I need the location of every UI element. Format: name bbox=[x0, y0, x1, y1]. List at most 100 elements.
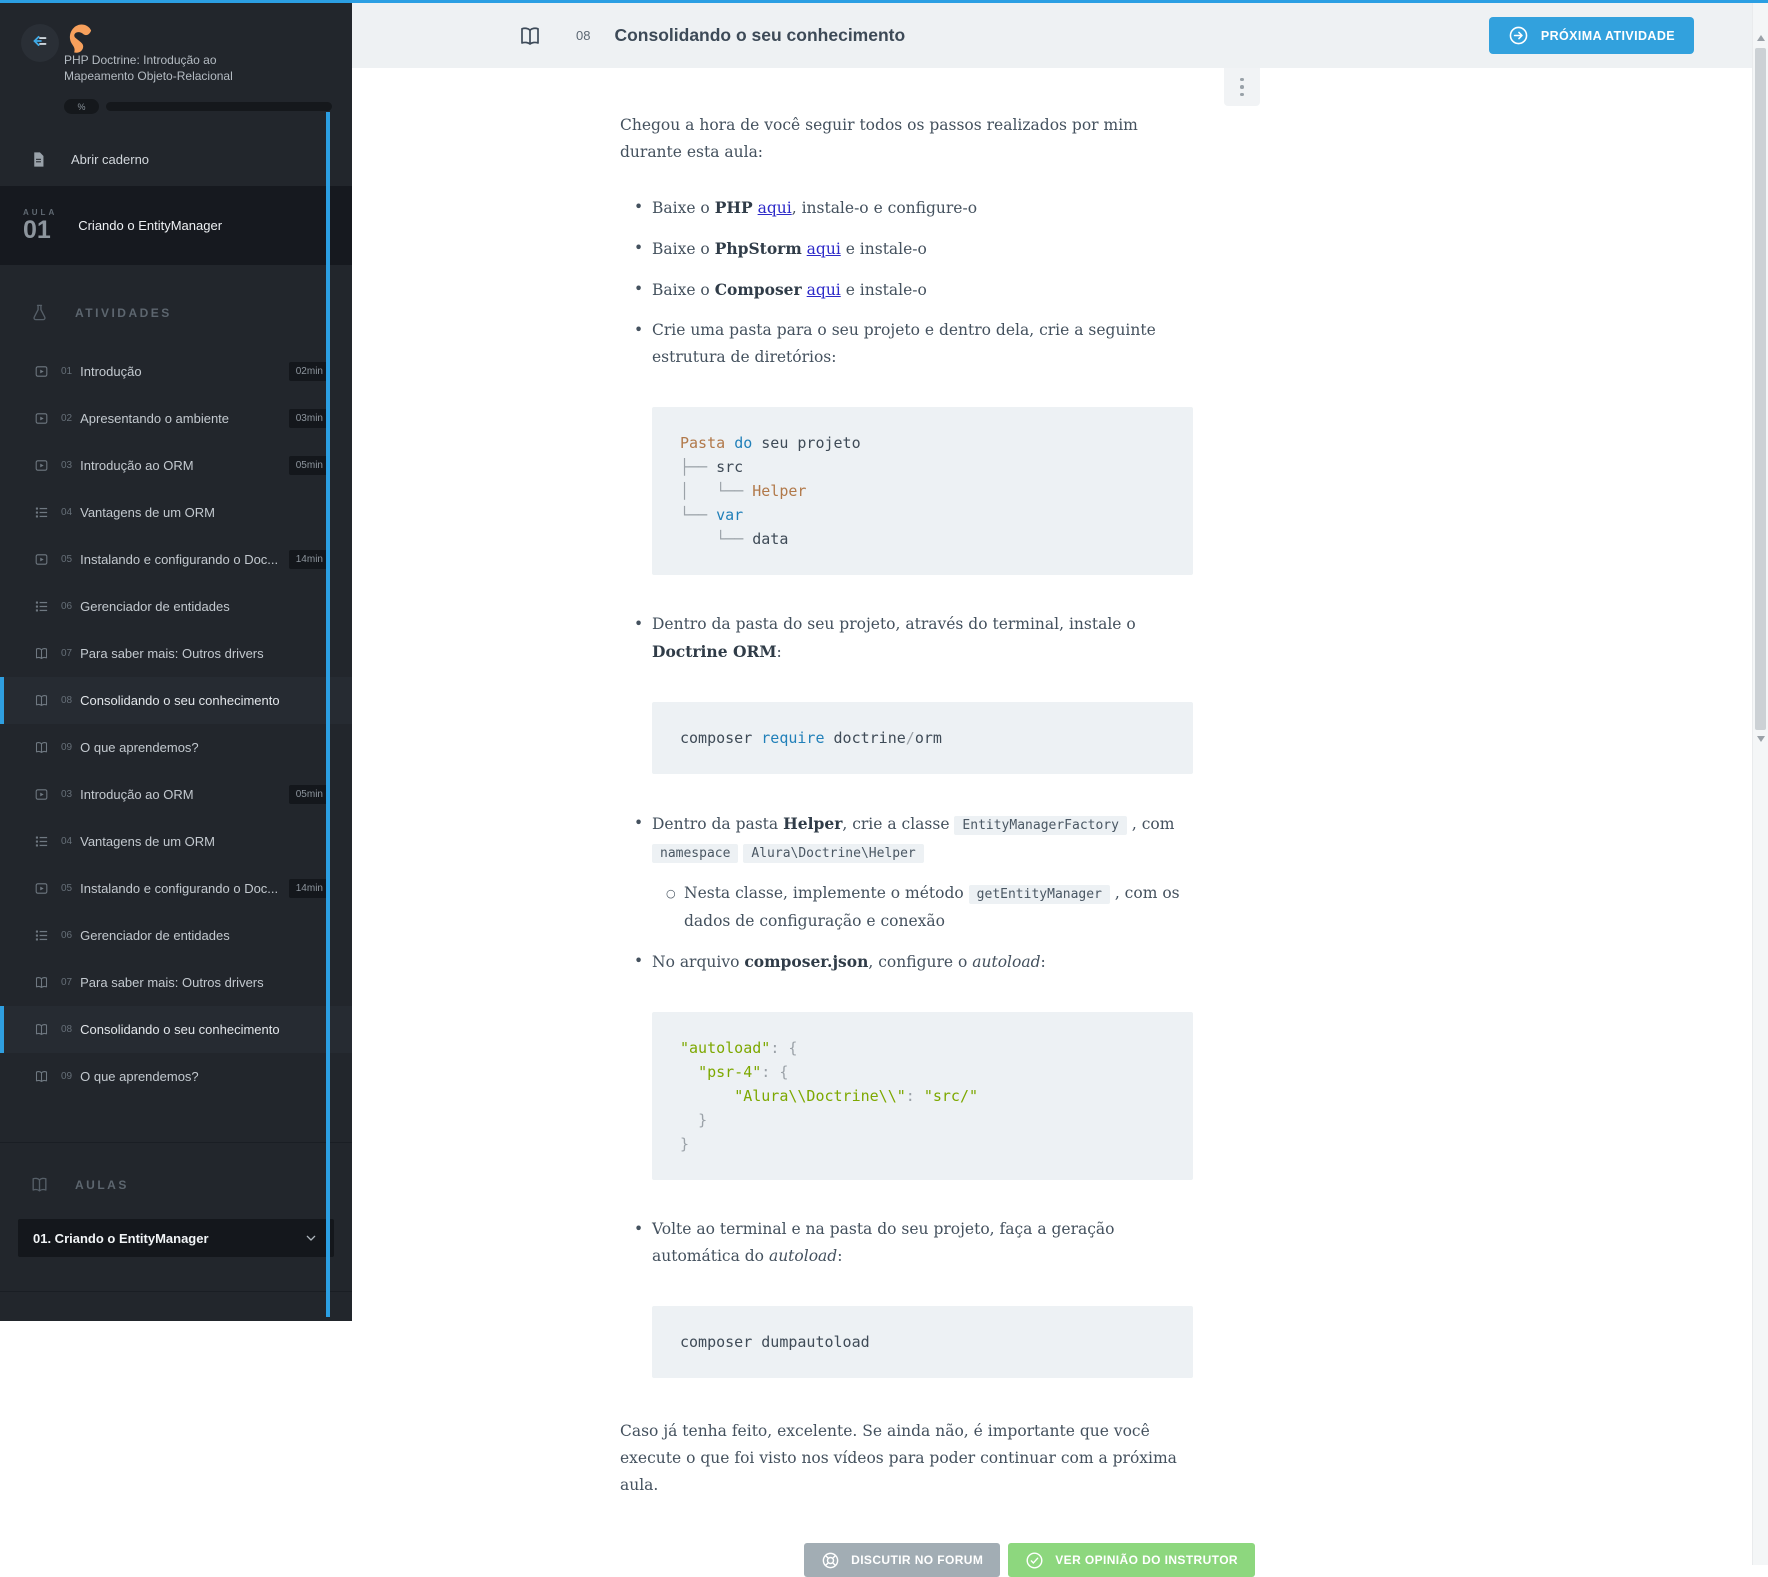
code-block-dumpautoload: composer dumpautoload bbox=[652, 1306, 1193, 1378]
video-icon bbox=[34, 458, 49, 473]
closing-paragraph: Caso já tenha feito, excelente. Se ainda… bbox=[620, 1422, 1177, 1494]
open-notebook-label: Abrir caderno bbox=[71, 151, 150, 167]
activity-item[interactable]: 03 Introdução ao ORM 05min bbox=[0, 771, 352, 818]
activity-item[interactable]: 04 Vantagens de um ORM bbox=[0, 489, 352, 536]
book-icon bbox=[34, 1022, 49, 1037]
collapse-sidebar-button[interactable] bbox=[21, 24, 59, 62]
next-activity-button[interactable]: PRÓXIMA ATIVIDADE bbox=[1488, 17, 1694, 54]
aulas-section: AULAS 01. Criando o EntityManager bbox=[0, 1142, 352, 1257]
open-notebook-button[interactable]: Abrir caderno bbox=[0, 132, 352, 186]
duration-badge: 05min bbox=[288, 456, 330, 475]
book-icon bbox=[34, 646, 49, 661]
page-title: Consolidando o seu conhecimento bbox=[614, 25, 906, 45]
book-icon bbox=[34, 975, 49, 990]
activity-number: 08 bbox=[576, 28, 591, 43]
code-block-composer-require: composer require doctrine/orm bbox=[652, 702, 1193, 774]
list-subitem: Nesta classe, implemente o método getEnt… bbox=[652, 880, 1193, 935]
activity-item[interactable]: 09 O que aprendemos? bbox=[0, 1053, 352, 1100]
code-block-directory-tree: Pasta do seu projeto ├── src │ └── Helpe… bbox=[652, 407, 1193, 575]
duration-badge: 05min bbox=[288, 785, 330, 804]
discuss-forum-button[interactable]: DISCUTIR NO FORUM bbox=[804, 1543, 1001, 1577]
sidebar-scrollbar-thumb[interactable] bbox=[326, 112, 330, 1317]
other-links-section: OUTROS LINKS Fórum Trocar Curso bbox=[0, 1291, 352, 1321]
course-sidebar: PHP Doctrine: Introdução ao Mapeamento O… bbox=[0, 0, 352, 1321]
activity-item[interactable]: 05 Instalando e configurando o Doc... 14mi… bbox=[0, 865, 352, 912]
more-options-button[interactable] bbox=[1224, 68, 1260, 106]
duration-badge: 02min bbox=[288, 362, 330, 381]
activity-item[interactable]: 03 Introdução ao ORM 05min bbox=[0, 442, 352, 489]
list-item: Baixe o PhpStorm aqui e instale-o bbox=[620, 235, 1193, 263]
list-item: Volte ao terminal e na pasta do seu proj… bbox=[620, 1216, 1193, 1270]
activity-item[interactable]: 04 Vantagens de um ORM bbox=[0, 818, 352, 865]
activities-header: ATIVIDADES bbox=[0, 303, 352, 322]
course-title: PHP Doctrine: Introdução ao Mapeamento O… bbox=[64, 53, 233, 83]
activity-list: 01 Introdução 02min 02 Apresentando o ambie… bbox=[0, 348, 352, 1100]
code-block-autoload-json: "autoload": { "psr-4": { "Alura\\Doctrin… bbox=[652, 1012, 1193, 1180]
activity-item[interactable]: 01 Introdução 02min bbox=[0, 348, 352, 395]
bullet-marker bbox=[652, 880, 684, 935]
collapse-arrow-icon bbox=[29, 30, 51, 57]
bullet-marker bbox=[620, 194, 652, 222]
activity-item[interactable]: 06 Gerenciador de entidades bbox=[0, 912, 352, 959]
lesson-select-dropdown[interactable]: 01. Criando o EntityManager bbox=[18, 1219, 334, 1257]
list-icon bbox=[34, 505, 49, 520]
video-icon bbox=[34, 364, 49, 379]
list-item: Dentro da pasta do seu projeto, através … bbox=[620, 611, 1193, 666]
book-icon bbox=[34, 1069, 49, 1084]
video-icon bbox=[34, 881, 49, 896]
main-area: 08 Consolidando o seu conhecimento PRÓXI… bbox=[352, 3, 1752, 1577]
other-links-header: OUTROS LINKS bbox=[0, 1320, 352, 1321]
chevron-down-icon bbox=[303, 1230, 319, 1246]
course-progress: % bbox=[64, 99, 332, 114]
video-icon bbox=[34, 411, 49, 426]
bullet-marker bbox=[620, 948, 652, 976]
activity-item[interactable]: 07 Para saber mais: Outros drivers bbox=[0, 630, 352, 677]
scrollbar[interactable] bbox=[1752, 3, 1768, 1565]
inline-link[interactable]: aqui bbox=[807, 281, 841, 299]
bullet-marker bbox=[620, 276, 652, 304]
progress-percent-badge: % bbox=[64, 99, 99, 114]
book-icon bbox=[34, 740, 49, 755]
arrow-right-circle-icon bbox=[1508, 25, 1529, 46]
list-item: Dentro da pasta Helper, crie a classe En… bbox=[620, 810, 1193, 867]
flask-icon bbox=[30, 303, 49, 322]
activity-item[interactable]: 07 Para saber mais: Outros drivers bbox=[0, 959, 352, 1006]
list-icon bbox=[34, 834, 49, 849]
lesson-number-block: AULA 01 bbox=[23, 208, 58, 244]
scrollbar-thumb[interactable] bbox=[1755, 48, 1766, 730]
book-icon bbox=[518, 24, 542, 48]
activity-item[interactable]: 09 O que aprendemos? bbox=[0, 724, 352, 771]
scrollbar-down-arrow[interactable] bbox=[1757, 736, 1765, 742]
open-book-icon bbox=[30, 1175, 49, 1194]
notebook-icon bbox=[30, 151, 47, 168]
video-icon bbox=[34, 552, 49, 567]
activity-item[interactable]: 02 Apresentando o ambiente 03min bbox=[0, 395, 352, 442]
activity-item[interactable]: 05 Instalando e configurando o Doc... 14mi… bbox=[0, 536, 352, 583]
activities-section: ATIVIDADES 01 Introdução 02min 02 Apresenta… bbox=[0, 265, 352, 1100]
list-item: Baixe o PHP aqui, instale-o e configure-… bbox=[620, 194, 1193, 222]
activity-item[interactable]: 06 Gerenciador de entidades bbox=[0, 583, 352, 630]
scrollbar-up-arrow[interactable] bbox=[1757, 35, 1765, 41]
bullet-marker bbox=[620, 1216, 652, 1270]
list-icon bbox=[34, 599, 49, 614]
check-circle-icon bbox=[1025, 1551, 1044, 1570]
bullet-marker bbox=[620, 810, 652, 867]
intro-paragraph: Chegou a hora de você seguir todos os pa… bbox=[620, 116, 1138, 161]
list-item: Crie uma pasta para o seu projeto e dent… bbox=[620, 317, 1193, 371]
activity-item-current[interactable]: 08 Consolidando o seu conhecimento bbox=[0, 677, 352, 724]
inline-link[interactable]: aqui bbox=[758, 199, 792, 217]
progress-bar bbox=[106, 102, 332, 111]
duration-badge: 14min bbox=[288, 550, 330, 569]
forum-circle-icon bbox=[821, 1551, 840, 1570]
instructor-opinion-button[interactable]: VER OPINIÃO DO INSTRUTOR bbox=[1008, 1543, 1255, 1577]
top-accent-bar bbox=[0, 0, 1768, 3]
activity-header: 08 Consolidando o seu conhecimento PRÓXI… bbox=[352, 3, 1752, 68]
list-item: No arquivo composer.json, configure o au… bbox=[620, 948, 1193, 976]
activity-item-current[interactable]: 08 Consolidando o seu conhecimento bbox=[0, 1006, 352, 1053]
link-icon bbox=[30, 1320, 49, 1321]
inline-link[interactable]: aqui bbox=[807, 240, 841, 258]
current-lesson-banner[interactable]: AULA 01 Criando o EntityManager bbox=[0, 186, 352, 265]
video-icon bbox=[34, 787, 49, 802]
duration-badge: 03min bbox=[288, 409, 330, 428]
activity-content: Chegou a hora de você seguir todos os pa… bbox=[620, 112, 1255, 1577]
